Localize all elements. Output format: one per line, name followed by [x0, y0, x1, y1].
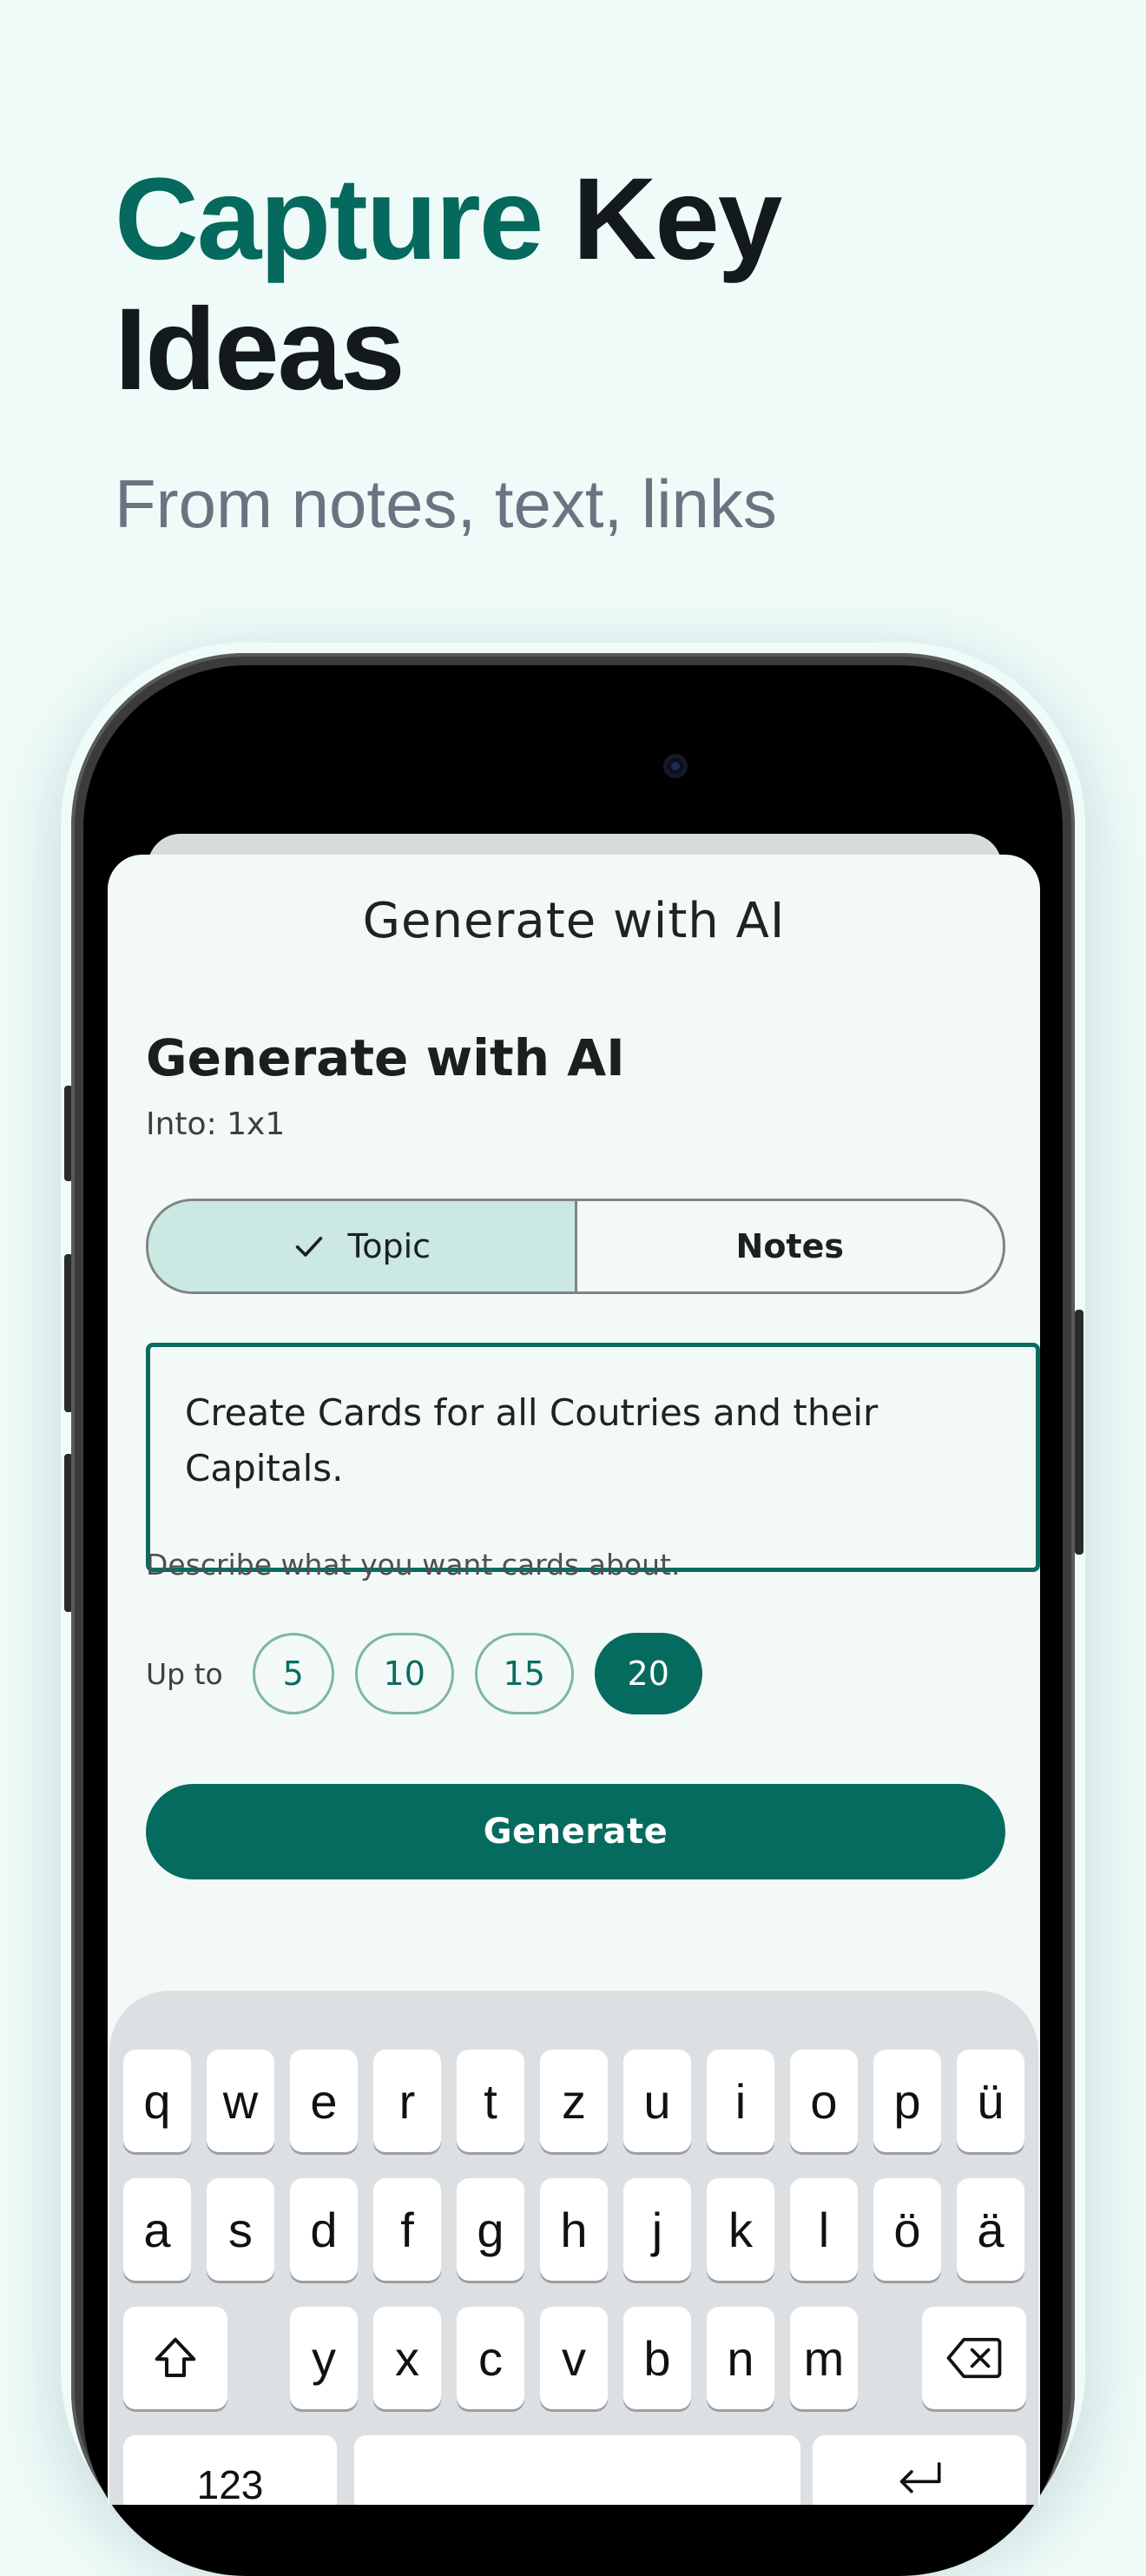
headline-accent: Capture: [115, 155, 543, 284]
nav-title: Generate with AI: [362, 893, 786, 949]
key-j[interactable]: j: [623, 2178, 691, 2281]
count-chip-15[interactable]: 15: [474, 1633, 574, 1714]
prompt-input-value: Create Cards for all Coutries and their …: [185, 1391, 879, 1489]
key-f[interactable]: f: [373, 2178, 441, 2281]
app-screen: Generate with AI Generate with AI Into: …: [108, 855, 1040, 2505]
key-v[interactable]: v: [540, 2307, 608, 2409]
key-b[interactable]: b: [623, 2307, 691, 2409]
space-key[interactable]: [354, 2435, 800, 2505]
count-chip-label: 10: [383, 1655, 425, 1693]
key-o-umlaut[interactable]: ö: [873, 2178, 941, 2281]
key-w[interactable]: w: [207, 2050, 274, 2152]
numbers-key[interactable]: 123: [123, 2435, 337, 2505]
shift-key[interactable]: [123, 2307, 227, 2409]
marketing-subhead: From notes, text, links: [115, 466, 777, 542]
key-z[interactable]: z: [540, 2050, 608, 2152]
shift-icon: [155, 2337, 196, 2377]
on-screen-keyboard: q w e r t z u i o p ü a s d f g h j k l …: [109, 1991, 1038, 2505]
key-m[interactable]: m: [790, 2307, 858, 2409]
key-p[interactable]: p: [873, 2050, 941, 2152]
card-count-selector: Up to 5 10 15 20: [146, 1633, 723, 1714]
key-e[interactable]: e: [290, 2050, 358, 2152]
key-g[interactable]: g: [457, 2178, 524, 2281]
generate-button[interactable]: Generate: [146, 1784, 1005, 1879]
return-key[interactable]: [813, 2435, 1026, 2505]
key-c[interactable]: c: [457, 2307, 524, 2409]
target-deck-label: Into: 1x1: [146, 1106, 286, 1142]
tab-notes-label: Notes: [735, 1227, 844, 1265]
upto-label: Up to: [146, 1656, 223, 1691]
count-chip-label: 5: [282, 1655, 304, 1693]
key-d[interactable]: d: [290, 2178, 358, 2281]
key-k[interactable]: k: [707, 2178, 774, 2281]
marketing-headline: Capture Key Ideas: [115, 155, 1070, 415]
tab-notes[interactable]: Notes: [577, 1201, 1004, 1291]
key-o[interactable]: o: [790, 2050, 858, 2152]
key-s[interactable]: s: [207, 2178, 274, 2281]
prompt-helper-text: Describe what you want cards about.: [146, 1548, 681, 1582]
key-r[interactable]: r: [373, 2050, 441, 2152]
key-x[interactable]: x: [373, 2307, 441, 2409]
count-chip-10[interactable]: 10: [354, 1633, 454, 1714]
count-chip-20[interactable]: 20: [594, 1633, 702, 1714]
front-camera: [663, 754, 688, 778]
count-chip-label: 15: [503, 1655, 545, 1693]
key-l[interactable]: l: [790, 2178, 858, 2281]
key-t[interactable]: t: [457, 2050, 524, 2152]
key-u[interactable]: u: [623, 2050, 691, 2152]
count-chip-5[interactable]: 5: [252, 1633, 334, 1714]
tab-topic-label: Topic: [347, 1227, 431, 1265]
key-i[interactable]: i: [707, 2050, 774, 2152]
key-a-umlaut[interactable]: ä: [957, 2178, 1024, 2281]
key-h[interactable]: h: [540, 2178, 608, 2281]
prompt-input[interactable]: Create Cards for all Coutries and their …: [146, 1343, 1040, 1572]
source-type-toggle: Topic Notes: [146, 1199, 1005, 1294]
key-a[interactable]: a: [123, 2178, 191, 2281]
key-n[interactable]: n: [707, 2307, 774, 2409]
key-q[interactable]: q: [123, 2050, 191, 2152]
backspace-key[interactable]: [922, 2307, 1026, 2409]
section-title: Generate with AI: [146, 1028, 625, 1087]
tab-topic[interactable]: Topic: [148, 1201, 577, 1291]
key-u-umlaut[interactable]: ü: [957, 2050, 1024, 2152]
count-chip-label: 20: [627, 1655, 669, 1693]
return-icon: [899, 2462, 941, 2493]
key-y[interactable]: y: [290, 2307, 358, 2409]
checkmark-icon: [296, 1237, 323, 1257]
phone-power-button: [1075, 1310, 1083, 1555]
backspace-icon: [946, 2337, 1002, 2379]
